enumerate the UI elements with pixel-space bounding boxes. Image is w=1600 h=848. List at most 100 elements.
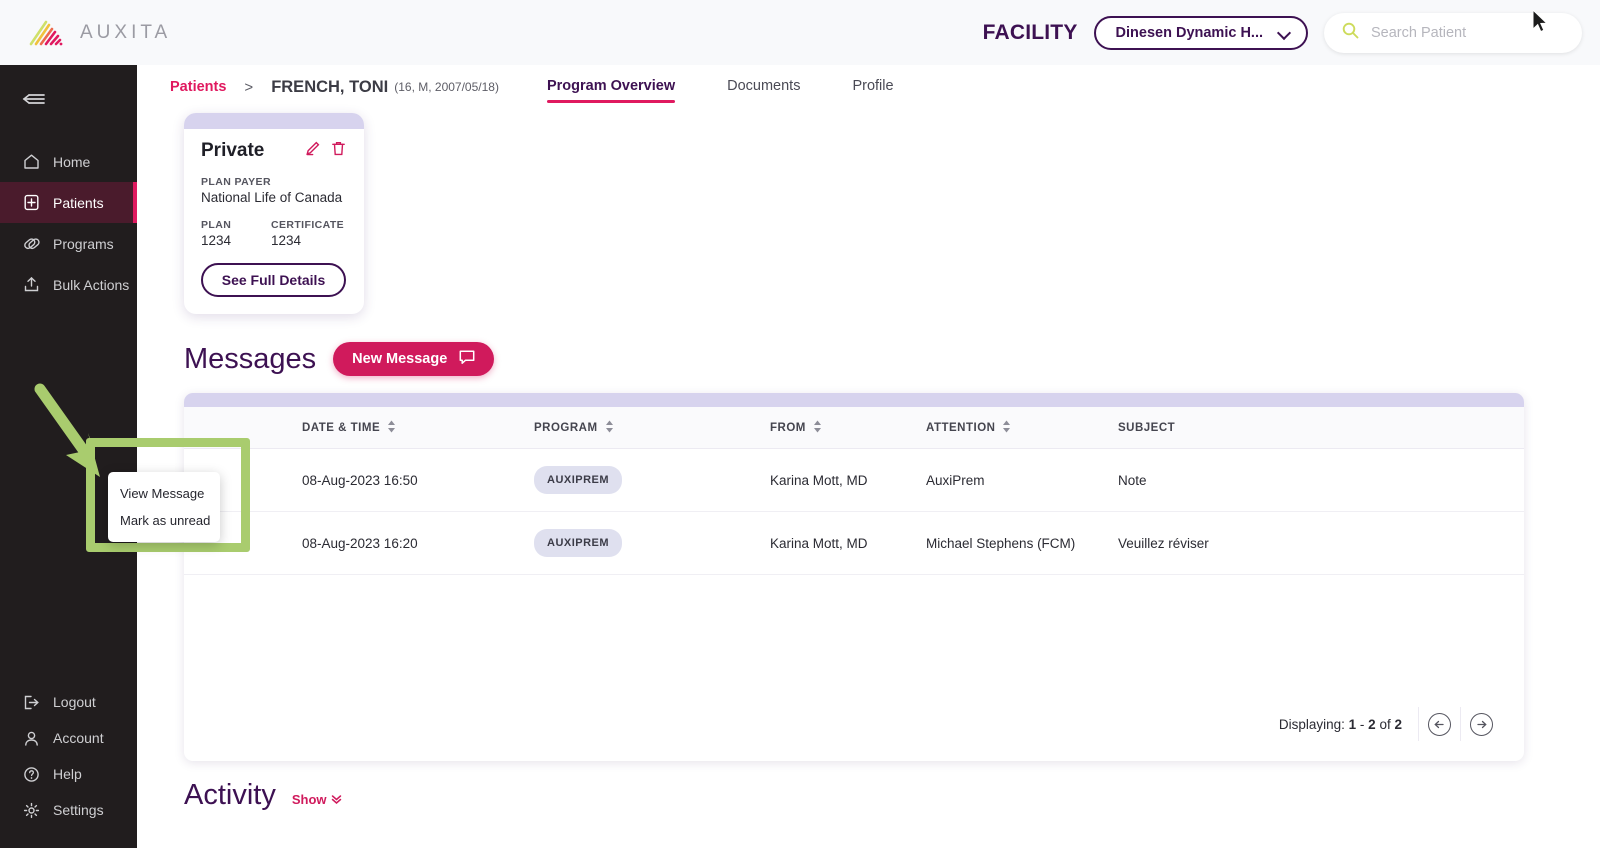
brand-name: AUXITA: [80, 21, 172, 43]
col-header-from[interactable]: FROM: [770, 407, 926, 449]
sidebar-item-programs[interactable]: Programs: [0, 223, 137, 264]
main-content: Patients > FRENCH, TONI (16, M, 2007/05/…: [137, 65, 1600, 848]
tab-program-overview[interactable]: Program Overview: [546, 74, 676, 103]
gear-icon: [22, 801, 41, 820]
messages-table-head: DATE & TIME PROGRAM FROM ATTENTION SUBJE…: [184, 407, 1524, 449]
app-root: AUXITA FACILITY Dinesen Dynamic H... Sea…: [0, 0, 1600, 848]
pagination-to: 2: [1368, 716, 1376, 732]
certificate-column: CERTIFICATE 1234: [271, 205, 344, 248]
cell-program: AUXIPREM: [534, 448, 770, 512]
sort-arrows-icon: [1002, 420, 1011, 436]
plan-payer-label: PLAN PAYER: [201, 176, 271, 188]
messages-header: Messages New Message: [184, 342, 1600, 376]
upload-icon: [22, 275, 41, 294]
messages-table: DATE & TIME PROGRAM FROM ATTENTION SUBJE…: [184, 407, 1524, 575]
col-header-subject: SUBJECT: [1118, 407, 1524, 449]
activity-show-toggle[interactable]: Show: [292, 792, 342, 807]
plan-label: PLAN: [201, 219, 232, 231]
sort-arrows-icon: [387, 420, 396, 436]
col-header-program[interactable]: PROGRAM: [534, 407, 770, 449]
table-row[interactable]: 08-Aug-2023 16:20 AUXIPREM Karina Mott, …: [184, 511, 1524, 575]
pagination-dash: -: [1359, 716, 1365, 732]
facility-select[interactable]: Dinesen Dynamic H...: [1093, 15, 1308, 50]
sidebar-item-label: Home: [53, 153, 91, 170]
top-bar: AUXITA FACILITY Dinesen Dynamic H... Sea…: [0, 0, 1600, 65]
certificate-label: CERTIFICATE: [271, 219, 345, 231]
speech-bubble-icon: [459, 350, 475, 369]
col-header-attention[interactable]: ATTENTION: [926, 407, 1118, 449]
double-chevron-down-icon: [331, 792, 342, 807]
tab-profile[interactable]: Profile: [852, 74, 893, 101]
sidebar-item-label: Settings: [53, 802, 104, 818]
arrow-left-circle-icon: [1428, 712, 1451, 736]
messages-table-body: 08-Aug-2023 16:50 AUXIPREM Karina Mott, …: [184, 448, 1524, 575]
program-badge: AUXIPREM: [534, 466, 623, 494]
pencil-edit-icon[interactable]: [304, 140, 321, 162]
chevron-down-icon: [1279, 27, 1290, 38]
pagination-summary: Displaying: 1 - 2 of 2: [1279, 717, 1402, 732]
sidebar-item-settings[interactable]: Settings: [0, 792, 137, 828]
card-top-strip: [184, 113, 364, 129]
cell-subject: Note: [1118, 448, 1524, 512]
cell-from: Karina Mott, MD: [770, 448, 926, 512]
col-header-date[interactable]: DATE & TIME: [302, 407, 534, 449]
cell-attention: Michael Stephens (FCM): [926, 511, 1118, 575]
certificate-value: 1234: [271, 233, 302, 248]
see-full-details-button[interactable]: See Full Details: [201, 263, 346, 297]
sidebar-item-patients[interactable]: Patients: [0, 182, 137, 223]
facility-label: FACILITY: [982, 20, 1078, 44]
patient-name: FRENCH, TONI: [271, 77, 389, 96]
context-menu-item-mark-as-unread[interactable]: Mark as unread: [108, 507, 220, 534]
cell-attention: AuxiPrem: [926, 448, 1118, 512]
col-label: PROGRAM: [534, 422, 598, 434]
sidebar-item-logout[interactable]: Logout: [0, 684, 137, 720]
sort-arrows-icon: [605, 420, 614, 436]
program-overview-content: Private PLAN PAYER National Life of Cana…: [137, 113, 1600, 812]
sidebar-item-label: Bulk Actions: [53, 276, 130, 293]
pagination-next-button[interactable]: [1460, 707, 1502, 741]
breadcrumb-patients-link[interactable]: Patients: [170, 79, 226, 95]
col-label: DATE & TIME: [302, 422, 381, 434]
pagination-prefix: Displaying:: [1278, 716, 1345, 732]
table-row[interactable]: 08-Aug-2023 16:50 AUXIPREM Karina Mott, …: [184, 448, 1524, 512]
breadcrumb-separator-icon: >: [244, 78, 254, 96]
new-message-label: New Message: [352, 351, 448, 367]
plan-certificate-row: PLAN 1234 CERTIFICATE 1234: [201, 205, 347, 248]
sidebar-item-bulk-actions[interactable]: Bulk Actions: [0, 264, 137, 305]
sidebar-nav-primary: Home Patients Programs Bulk Actions: [0, 141, 137, 305]
pagination-of: of: [1379, 716, 1391, 732]
sidebar-item-help[interactable]: Help: [0, 756, 137, 792]
logout-icon: [22, 693, 41, 712]
new-message-button[interactable]: New Message: [333, 342, 495, 376]
sidebar-item-account[interactable]: Account: [0, 720, 137, 756]
col-label: SUBJECT: [1118, 422, 1176, 434]
search-icon: [1342, 22, 1359, 44]
breadcrumb: Patients > FRENCH, TONI (16, M, 2007/05/…: [137, 65, 1600, 109]
home-icon: [22, 152, 41, 171]
mouse-pointer-icon: [1532, 8, 1551, 41]
activity-show-label: Show: [291, 792, 327, 807]
person-icon: [22, 729, 41, 748]
auxita-logo-icon: [26, 18, 66, 48]
tab-documents[interactable]: Documents: [727, 74, 800, 101]
pagination-prev-button[interactable]: [1418, 707, 1460, 741]
col-label: ATTENTION: [926, 422, 996, 434]
plan-column: PLAN 1234: [201, 205, 259, 248]
sidebar-item-label: Patients: [53, 194, 104, 211]
sidebar-item-label: Account: [53, 730, 104, 746]
insurance-card-body: Private PLAN PAYER National Life of Cana…: [184, 129, 364, 314]
collapse-sidebar-icon[interactable]: [20, 85, 50, 113]
table-empty-space: [184, 575, 1524, 687]
table-footer: Displaying: 1 - 2 of 2: [184, 687, 1524, 761]
sidebar-item-home[interactable]: Home: [0, 141, 137, 182]
top-bar-right: FACILITY Dinesen Dynamic H... Search Pat…: [982, 12, 1582, 53]
panel-top-strip: [184, 393, 1524, 407]
cell-from: Karina Mott, MD: [770, 511, 926, 575]
table-header-row: DATE & TIME PROGRAM FROM ATTENTION SUBJE…: [184, 407, 1524, 449]
brand-logo[interactable]: AUXITA: [26, 18, 171, 48]
pagination-total: 2: [1394, 716, 1402, 732]
trash-delete-icon[interactable]: [330, 140, 347, 162]
row-context-menu: View Message Mark as unread: [108, 472, 220, 542]
context-menu-item-view-message[interactable]: View Message: [108, 480, 220, 507]
sidebar-item-label: Programs: [53, 235, 114, 252]
